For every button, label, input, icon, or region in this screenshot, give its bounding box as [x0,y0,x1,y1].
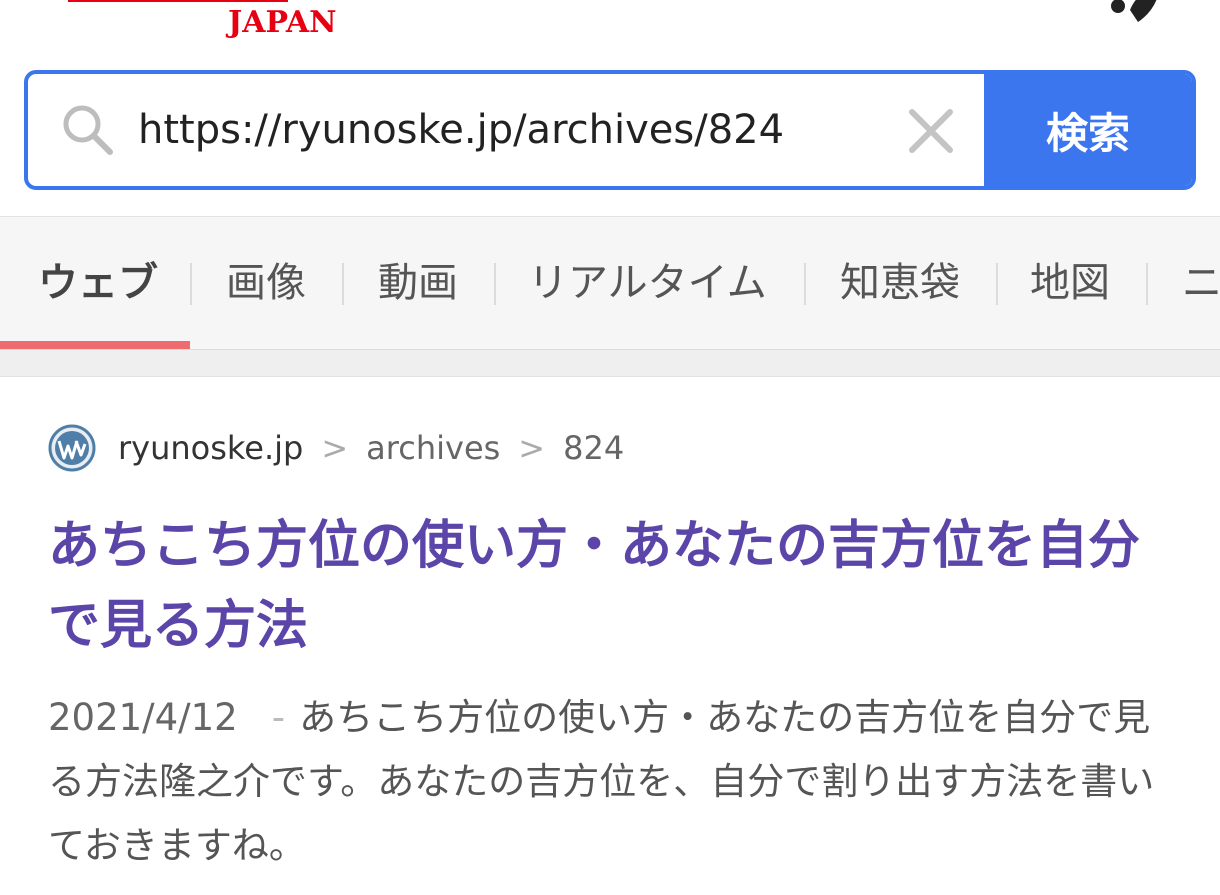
breadcrumb-domain: ryunoske.jp [118,429,304,467]
clear-icon[interactable] [908,108,954,154]
tab-news[interactable]: ニ [1182,217,1220,349]
tab-realtime[interactable]: リアルタイム [528,217,767,349]
yahoo-japan-logo[interactable]: JAPAN [60,0,360,38]
date-separator: - [271,696,286,739]
header: JAPAN [0,0,1220,60]
search-button[interactable]: 検索 [984,74,1192,186]
breadcrumb-page: 824 [563,429,625,467]
result-title-link[interactable]: あちこち方位の使い方・あなたの吉方位を自分で見る方法 [48,506,1188,666]
menu-icon[interactable] [1108,0,1164,28]
tab-divider [1146,263,1148,305]
tab-divider [342,263,344,305]
logo-japan-text: JAPAN [225,5,337,38]
breadcrumb[interactable]: ryunoske.jp > archives > 824 [48,422,624,474]
breadcrumb-separator: > [321,429,349,467]
tab-divider [804,263,806,305]
tab-divider [996,263,998,305]
tab-divider [190,263,192,305]
search-icon [63,105,113,155]
breadcrumb-path: archives [366,429,501,467]
tab-divider [494,263,496,305]
wordpress-icon [48,424,96,472]
search-input[interactable] [138,74,898,186]
tab-images[interactable]: 画像 [226,217,306,349]
tab-chiebukuro[interactable]: 知恵袋 [840,217,960,349]
divider-band [0,350,1220,377]
search-tabs: ウェブ 画像 動画 リアルタイム 知恵袋 地図 ニ [0,216,1220,351]
result-date: 2021/4/12 [48,696,238,739]
tab-web[interactable]: ウェブ [38,217,158,349]
breadcrumb-separator: > [518,429,546,467]
active-tab-indicator [0,341,190,349]
search-box: 検索 [24,70,1196,190]
tab-videos[interactable]: 動画 [378,217,458,349]
tab-map[interactable]: 地図 [1030,217,1110,349]
result-snippet: 2021/4/12- あちこち方位の使い方・あなたの吉方位を自分で見る方法隆之介で… [48,686,1178,878]
